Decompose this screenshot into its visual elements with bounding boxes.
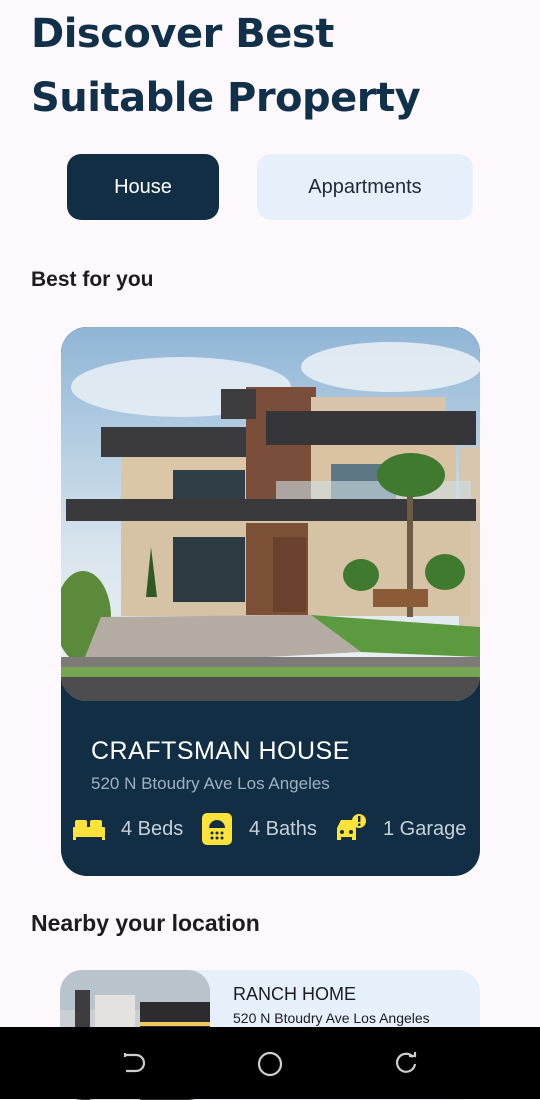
tab-house[interactable]: House [67,154,219,220]
property-name: CRAFTSMAN HOUSE [91,737,350,765]
bed-icon [73,813,105,845]
title-line-1: Discover Best [31,11,334,57]
tab-appartments[interactable]: Appartments [257,154,473,220]
back-icon[interactable] [119,1049,149,1079]
property-address: 520 N Btoudry Ave Los Angeles [91,774,330,793]
baths-label: 4 Baths [249,817,317,840]
title-line-2: Suitable Property [31,75,421,121]
garage-icon [335,813,367,845]
baths-feature: 4 Baths [201,813,317,845]
section-title-nearby: Nearby your location [31,910,260,936]
system-navigation-bar [0,1027,540,1099]
section-title-best-for-you: Best for you [31,268,154,291]
beds-label: 4 Beds [121,817,184,840]
tab-appartments-label: Appartments [308,175,422,198]
beds-feature: 4 Beds [73,813,183,845]
nearby-property-name: RANCH HOME [233,984,357,1004]
garage-label: 1 Garage [383,817,467,840]
home-icon[interactable] [255,1049,285,1079]
property-photo [61,327,480,701]
tab-house-label: House [114,175,172,198]
garage-feature: 1 Garage [335,813,466,845]
recents-icon[interactable] [391,1049,421,1079]
featured-property-card[interactable]: CRAFTSMAN HOUSE 520 N Btoudry Ave Los An… [61,327,480,876]
bath-icon [201,813,233,845]
page-title: Discover Best Suitable Property [31,2,421,130]
nearby-property-address: 520 N Btoudry Ave Los Angeles [233,1010,430,1026]
